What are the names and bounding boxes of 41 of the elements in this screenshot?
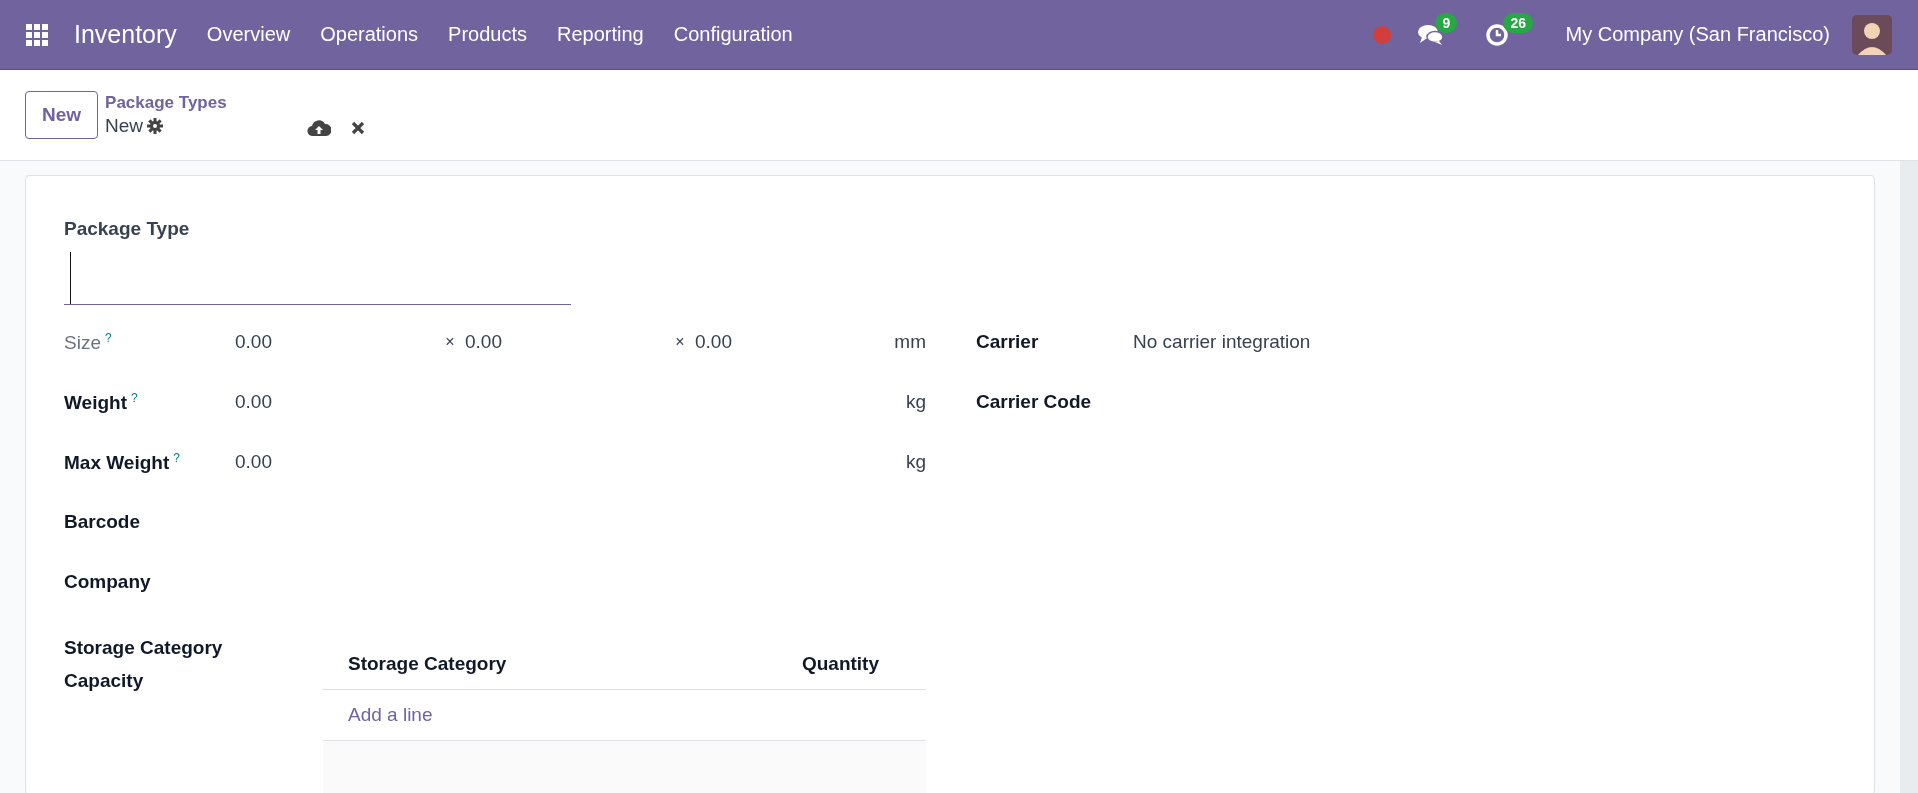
activity-count-badge: 26 xyxy=(1503,12,1534,33)
cloud-upload-icon[interactable] xyxy=(306,119,331,137)
discard-x-icon[interactable] xyxy=(350,121,365,135)
package-type-input-field[interactable] xyxy=(64,252,571,305)
field-label: Storage Category Capacity xyxy=(64,636,224,693)
settings-icon[interactable] xyxy=(147,118,164,134)
field-label: Package Type xyxy=(64,218,191,240)
record-name: New xyxy=(105,115,144,137)
unit-label: kg xyxy=(905,451,926,473)
add-line-link[interactable]: Add a line xyxy=(348,704,433,725)
menu-item[interactable]: Overview xyxy=(206,23,291,46)
field-label: Weight $^{?}$ xyxy=(64,391,139,415)
new-button[interactable]: New xyxy=(25,91,99,139)
message-count-badge: 9 xyxy=(1435,12,1458,33)
apps-grid-icon[interactable] xyxy=(26,23,48,46)
menu-item[interactable]: Products xyxy=(448,23,527,46)
times-sign: × xyxy=(444,332,456,352)
breadcrumb-link[interactable]: Package Types xyxy=(105,93,227,113)
field-label: Carrier xyxy=(976,331,1040,354)
field-value[interactable]: No carrier integration xyxy=(1133,331,1311,391)
number-input-field[interactable]: 0.00 xyxy=(235,451,385,473)
field-label: Company xyxy=(64,571,152,593)
menu-item[interactable]: Reporting xyxy=(557,23,644,46)
number-input-field[interactable]: 0.00 xyxy=(235,391,385,413)
company-switcher[interactable]: My Company (San Francisco) xyxy=(1565,23,1830,46)
column-header[interactable]: Quantity xyxy=(801,653,879,675)
menu-item[interactable]: Configuration xyxy=(673,23,793,46)
field-label: Barcode xyxy=(64,511,142,533)
times-sign: × xyxy=(674,332,686,352)
menu-item[interactable]: Operations xyxy=(320,23,419,46)
unit-label: mm xyxy=(894,331,926,353)
unit-label: kg xyxy=(905,391,926,413)
column-header[interactable]: Storage Category xyxy=(348,653,507,675)
recording-dot-icon[interactable] xyxy=(1373,25,1392,44)
avatar-icon[interactable] xyxy=(1852,14,1892,55)
app-name-link[interactable]: Inventory xyxy=(74,20,177,49)
field-label: Carrier Code xyxy=(976,391,1093,414)
field-label: Max Weight $^{?}$ xyxy=(64,451,181,475)
clock-icon[interactable] xyxy=(1485,22,1510,47)
scrollbar[interactable] xyxy=(1900,161,1918,793)
field-label: Size $^{?}$ xyxy=(64,331,113,355)
